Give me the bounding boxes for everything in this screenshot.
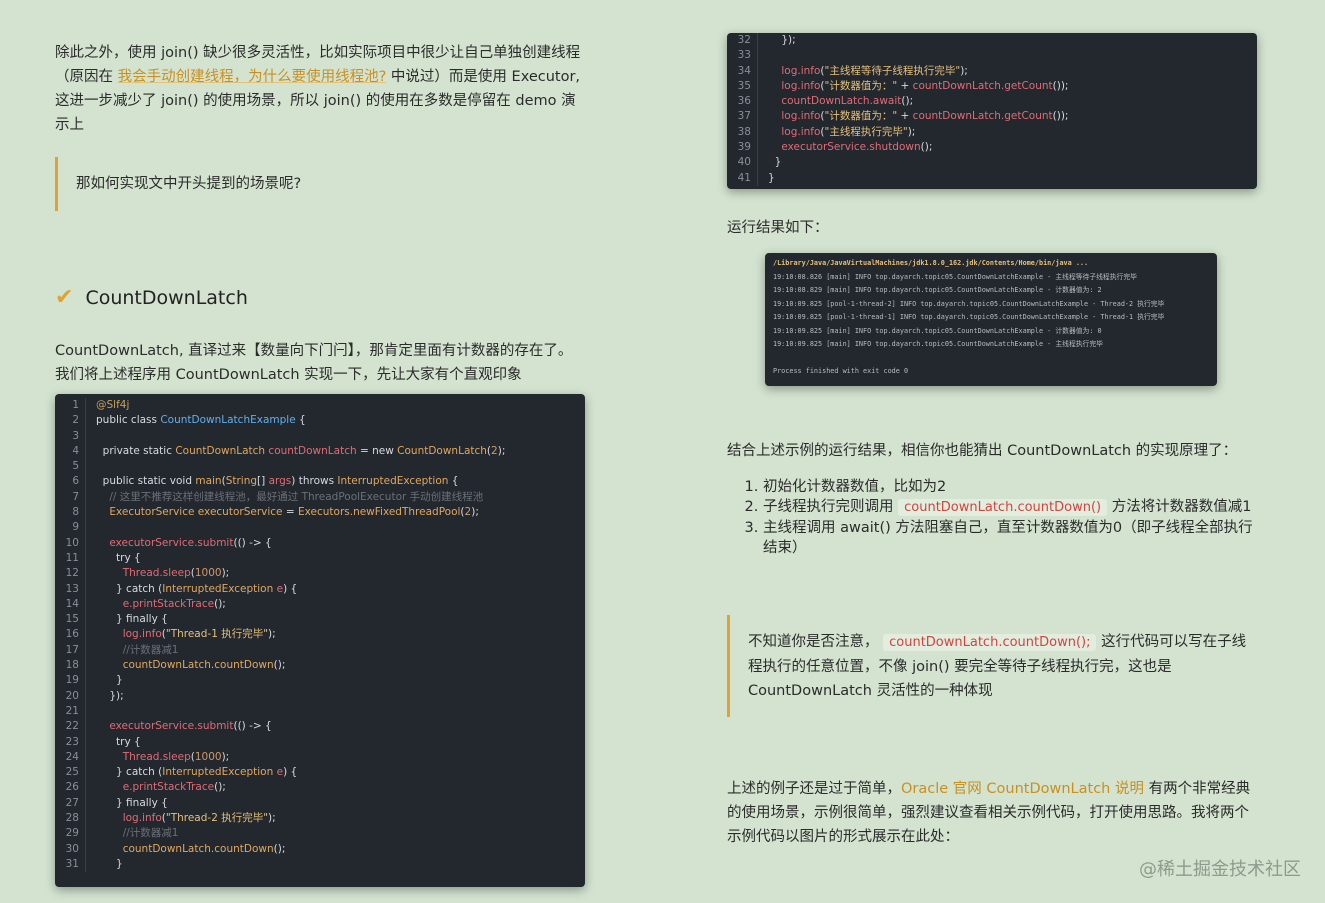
right-blockquote: 不知道你是否注意， countDownLatch.countDown(); 这行…	[727, 615, 1258, 717]
ending-paragraph: 上述的例子还是过于简单，Oracle 官网 CountDownLatch 说明 …	[727, 777, 1262, 849]
list-item: 子线程执行完则调用 countDownLatch.countDown() 方法将…	[763, 497, 1267, 518]
section-heading: ✔ CountDownLatch	[55, 285, 248, 310]
code-block-continued: 32 }); 33 34 log.info("主线程等待子线程执行完毕"); 3…	[727, 33, 1257, 189]
steps-list: 初始化计数器数值，比如为2 子线程执行完则调用 countDownLatch.c…	[727, 477, 1267, 558]
terminal-line: Process finished with exit code 0	[773, 367, 909, 375]
ending-text: 上述的例子还是过于简单，	[727, 781, 901, 797]
terminal-output: /Library/Java/JavaVirtualMachines/jdk1.8…	[765, 253, 1217, 386]
intro-paragraph: 除此之外，使用 join() 缺少很多灵活性，比如实际项目中很少让自己单独创建线…	[55, 41, 585, 137]
countdownlatch-description: CountDownLatch, 直译过来【数量向下门闩】，那肯定里面有计数器的存…	[55, 343, 573, 383]
inline-code: countDownLatch.countDown()	[898, 499, 1108, 516]
oracle-docs-link[interactable]: Oracle 官网 CountDownLatch 说明	[901, 781, 1144, 797]
step-text: 方法将计数器数值减1	[1107, 499, 1252, 515]
step-text: 子线程执行完则调用	[763, 499, 899, 515]
code-block-main: 1 @Slf4j 2 public class CountDownLatchExam…	[55, 394, 585, 887]
summary-paragraph: 结合上述示例的运行结果，相信你也能猜出 CountDownLatch 的实现原理…	[727, 443, 1238, 459]
terminal-line: 19:10:09.825 [pool-1-thread-2] INFO top.…	[773, 299, 1165, 308]
terminal-line: 19:10:08.829 [main] INFO top.dayarch.top…	[773, 286, 1102, 294]
terminal-line: 19:10:08.826 [main] INFO top.dayarch.top…	[773, 272, 1137, 281]
terminal-line: /Library/Java/JavaVirtualMachines/jdk1.8…	[773, 259, 1089, 267]
list-item: 初始化计数器数值，比如为2	[763, 477, 1267, 497]
terminal-line: 19:10:09.825 [pool-1-thread-1] INFO top.…	[773, 313, 1165, 321]
terminal-line: 19:10:09.825 [main] INFO top.dayarch.top…	[773, 340, 1103, 348]
thread-pool-article-link[interactable]: 我会手动创建线程，为什么要使用线程池?	[118, 69, 387, 85]
list-item: 主线程调用 await() 方法阻塞自己，直至计数器数值为0（即子线程全部执行结…	[763, 518, 1267, 558]
inline-code: countDownLatch.countDown();	[883, 633, 1097, 651]
watermark: @稀土掘金技术社区	[1139, 859, 1301, 880]
quote-text: 不知道你是否注意，	[748, 633, 884, 650]
terminal-line: 19:10:09.825 [main] INFO top.dayarch.top…	[773, 326, 1102, 335]
left-blockquote: 那如何实现文中开头提到的场景呢?	[55, 157, 576, 211]
heading-text: CountDownLatch	[85, 286, 248, 309]
check-mark-icon: ✔	[55, 285, 74, 310]
step-text: 主线程调用 await() 方法阻塞自己，直至计数器数值为0（即子线程全部执行结…	[763, 520, 1253, 556]
step-text: 初始化计数器数值，比如为2	[763, 479, 947, 495]
quote-text: 那如何实现文中开头提到的场景呢?	[76, 176, 302, 192]
result-label: 运行结果如下：	[727, 220, 829, 236]
